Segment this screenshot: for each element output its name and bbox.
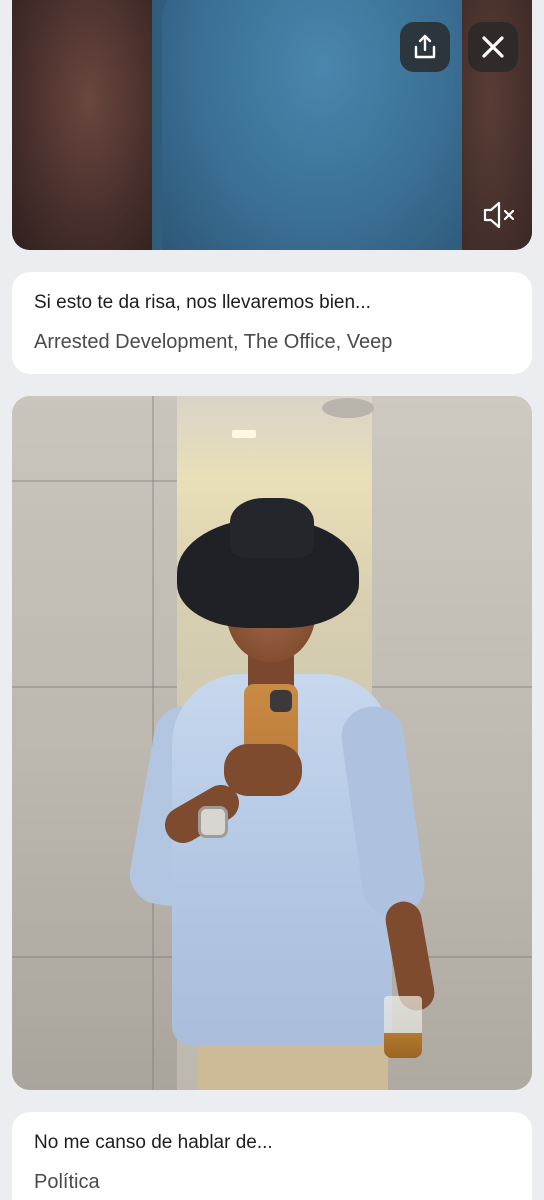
profile-photo	[12, 396, 532, 1090]
phone-camera	[270, 690, 292, 712]
wall-seam	[372, 686, 532, 688]
prompt-question: Si esto te da risa, nos llevaremos bien.…	[34, 292, 371, 313]
prompt-question: No me canso de hablar de...	[34, 1132, 273, 1153]
prompt-card[interactable]: No me canso de hablar de... Política	[12, 1112, 532, 1200]
close-x-icon	[482, 36, 504, 58]
share-upload-icon	[414, 34, 436, 59]
drink-glass	[384, 996, 422, 1058]
wristwatch	[198, 806, 228, 838]
photo-card[interactable]	[12, 396, 532, 1090]
ceiling-light	[232, 430, 256, 438]
share-button[interactable]	[400, 22, 450, 72]
video-arm-left	[12, 0, 152, 250]
speaker-muted-icon[interactable]	[482, 200, 516, 230]
ceiling-fixture	[322, 398, 374, 418]
prompt-answer: Arrested Development, The Office, Veep	[34, 331, 393, 353]
cowboy-hat-crown	[230, 498, 314, 558]
prompt-card[interactable]: Si esto te da risa, nos llevaremos bien.…	[12, 272, 532, 374]
hand	[224, 744, 302, 796]
close-button[interactable]	[468, 22, 518, 72]
video-frame	[12, 0, 532, 250]
prompt-answer: Política	[34, 1171, 100, 1193]
video-card[interactable]	[12, 0, 532, 250]
